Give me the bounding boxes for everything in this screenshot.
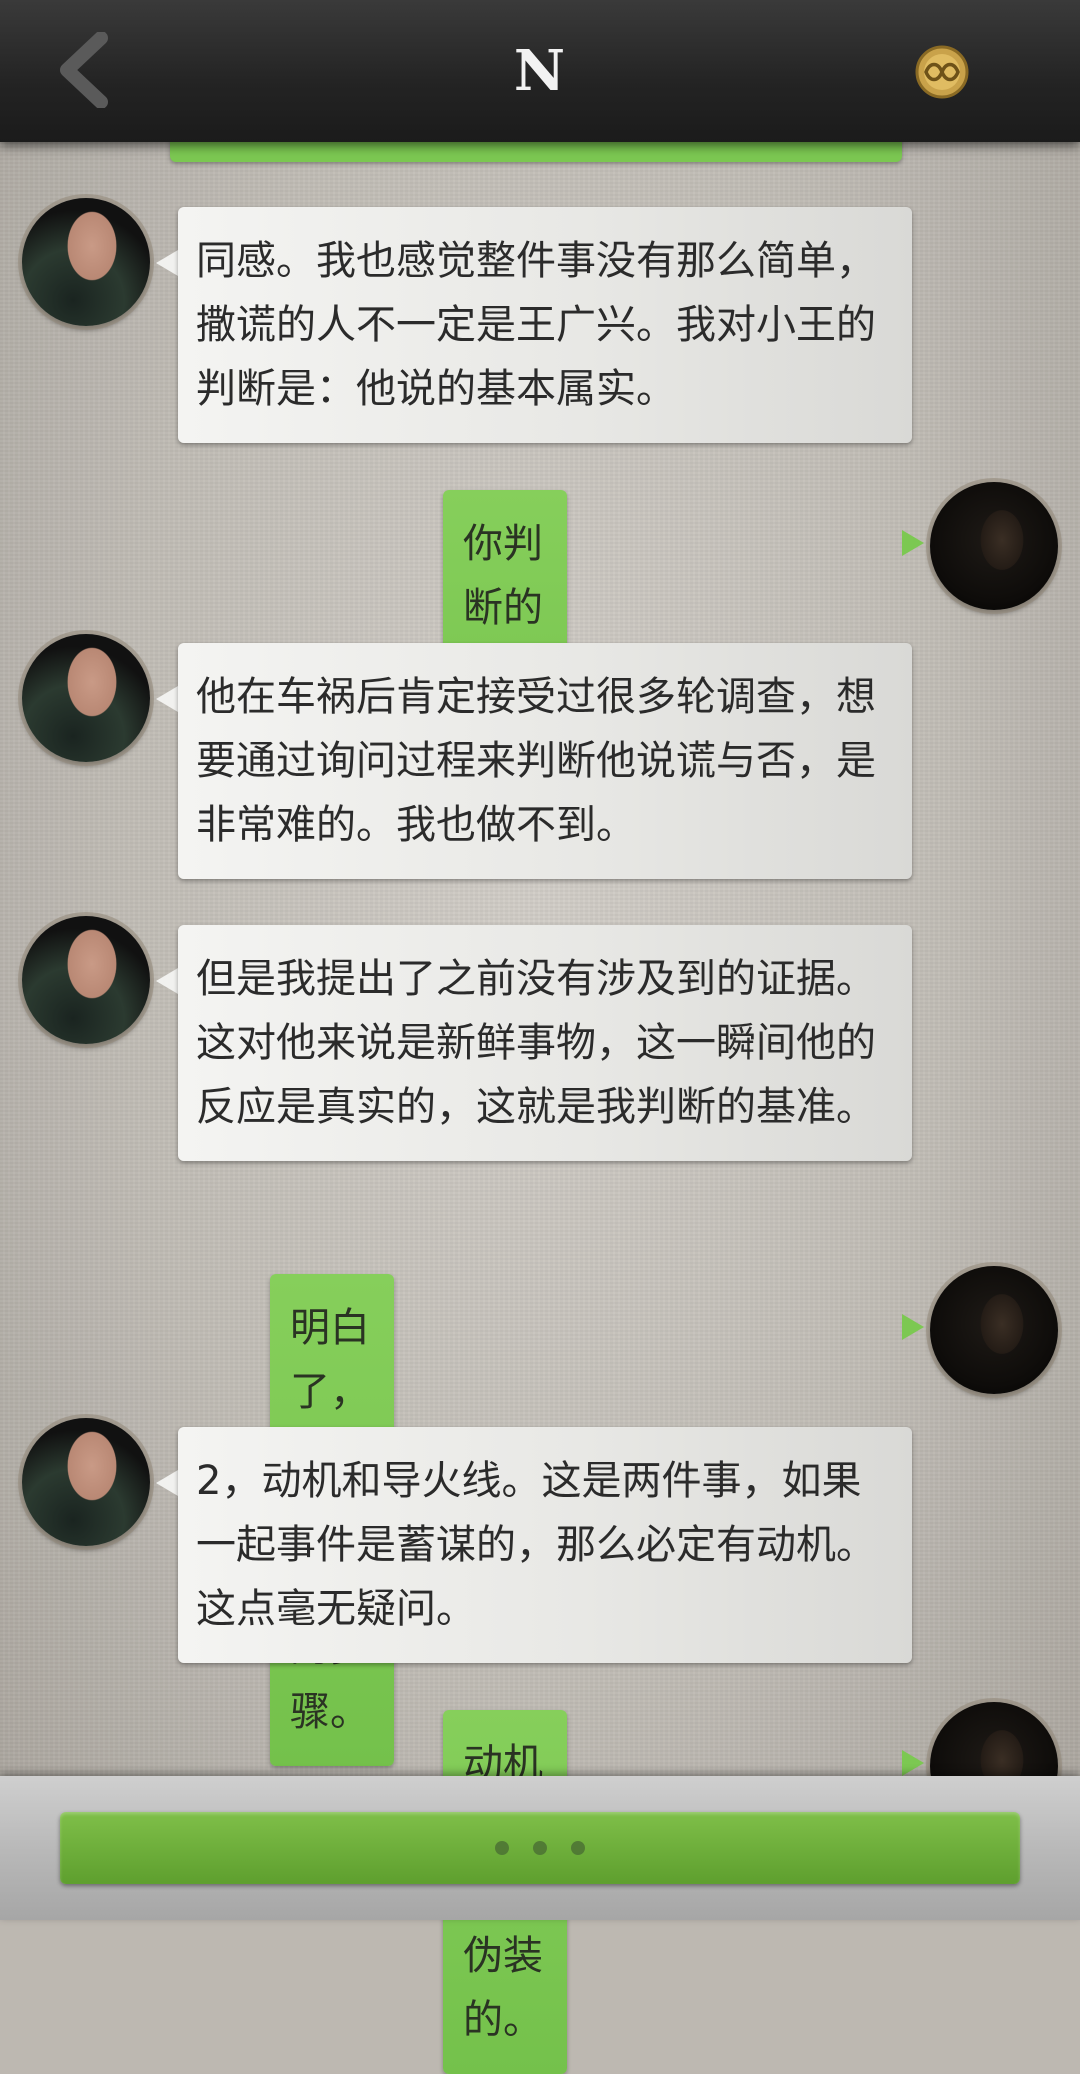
contact-avatar[interactable]	[22, 916, 150, 1044]
message-bubble: 同感。我也感觉整件事没有那么简单，撒谎的人不一定是王广兴。我对小王的判断是：他说…	[178, 207, 912, 443]
user-avatar[interactable]	[930, 482, 1058, 610]
bubble-tail	[156, 686, 178, 712]
infinity-coin-button[interactable]	[914, 44, 970, 100]
bottom-bar	[0, 1776, 1080, 1920]
user-avatar[interactable]	[930, 1266, 1058, 1394]
bubble-tail	[902, 1750, 924, 1776]
typing-dot	[571, 1841, 585, 1855]
bubble-tail	[156, 250, 178, 276]
message-bubble: 但是我提出了之前没有涉及到的证据。这对他来说是新鲜事物，这一瞬间他的反应是真实的…	[178, 925, 912, 1161]
typing-dots-icon	[495, 1841, 509, 1855]
bubble-tail	[902, 1314, 924, 1340]
bubble-tail	[156, 1470, 178, 1496]
contact-avatar[interactable]	[22, 198, 150, 326]
message-bubble: 2，动机和导火线。这是两件事，如果一起事件是蓄谋的，那么必定有动机。这点毫无疑问…	[178, 1427, 912, 1663]
top-bar: N	[0, 0, 1080, 142]
continue-button[interactable]	[60, 1812, 1020, 1884]
infinity-coin-icon	[915, 45, 969, 99]
contact-avatar[interactable]	[22, 634, 150, 762]
typing-dot	[533, 1841, 547, 1855]
message-bubble: 他在车祸后肯定接受过很多轮调查，想要通过询问过程来判断他说谎与否，是非常难的。我…	[178, 643, 912, 879]
contact-avatar[interactable]	[22, 1418, 150, 1546]
bubble-tail	[156, 968, 178, 994]
bubble-tail	[902, 530, 924, 556]
